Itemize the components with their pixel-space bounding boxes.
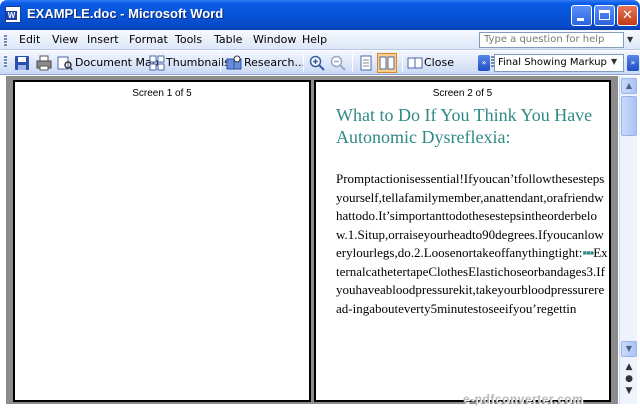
reading-layout-toolbar: Document Map Thumbnails Research... Clos… — [0, 51, 640, 75]
toolbar-separator — [402, 54, 403, 72]
markup-toolbar-options-icon[interactable]: » — [627, 55, 639, 71]
close-button[interactable]: ✕ — [617, 5, 638, 26]
thumbnails-icon[interactable] — [149, 55, 165, 71]
menu-help[interactable]: Help — [302, 33, 327, 46]
menu-window[interactable]: Window — [253, 33, 296, 46]
save-icon[interactable] — [14, 55, 30, 71]
scroll-up-icon[interactable]: ▲ — [621, 78, 637, 94]
research-icon[interactable] — [226, 55, 242, 71]
document-map-icon[interactable] — [57, 55, 73, 71]
help-search-input[interactable]: Type a question for help — [479, 32, 624, 48]
multiple-pages-icon — [379, 56, 395, 70]
minimize-button[interactable] — [571, 5, 592, 26]
display-for-review-dropdown-icon[interactable]: ▼ — [611, 57, 617, 66]
zoom-in-icon[interactable] — [309, 55, 325, 71]
toolbar-separator — [352, 54, 353, 72]
bullet-glyphs: ▪▪▪ — [582, 245, 594, 260]
page-screen-1[interactable]: Screen 1 of 5 — [13, 80, 311, 402]
minimize-icon — [577, 18, 584, 21]
page-label-left: Screen 1 of 5 — [132, 88, 192, 99]
toolbar-grip-handle[interactable] — [4, 55, 7, 67]
close-reading-button[interactable]: Close — [424, 56, 454, 69]
document-heading: What to Do If You Think You Have Autonom… — [336, 104, 606, 148]
close-reading-icon[interactable] — [407, 55, 423, 71]
heading-line-1: What to Do If You Think You Have — [336, 105, 593, 125]
scroll-thumb[interactable] — [621, 96, 637, 136]
close-icon: ✕ — [622, 8, 633, 23]
menu-table[interactable]: Table — [214, 33, 242, 46]
menu-format[interactable]: Format — [129, 33, 168, 46]
menu-insert[interactable]: Insert — [87, 33, 119, 46]
heading-line-2: Autonomic Dysreflexia: — [336, 127, 511, 147]
menu-tools[interactable]: Tools — [175, 33, 202, 46]
page-screen-2[interactable]: Screen 2 of 5 What to Do If You Think Yo… — [314, 80, 611, 402]
menu-edit[interactable]: Edit — [19, 33, 40, 46]
word-icon-letter: W — [6, 11, 17, 20]
previous-page-icon[interactable]: ▲ — [624, 362, 634, 372]
zoom-out-icon[interactable] — [330, 55, 346, 71]
reading-workspace: Screen 1 of 5 Screen 2 of 5 What to Do I… — [6, 76, 618, 404]
menu-view[interactable]: View — [52, 33, 78, 46]
title-bar: W EXAMPLE.doc - Microsoft Word ✕ — [0, 0, 640, 30]
document-body[interactable]: Promptactionisessential!Ifyoucan’tfollow… — [336, 170, 608, 370]
toolbar-separator — [303, 54, 304, 72]
word-app-icon[interactable]: W — [5, 6, 21, 23]
document-map-button[interactable]: Document Map — [75, 56, 159, 69]
menu-grip-handle[interactable] — [4, 34, 7, 46]
print-icon[interactable] — [36, 55, 52, 71]
window-title: EXAMPLE.doc - Microsoft Word — [27, 6, 224, 21]
help-dropdown-icon[interactable]: ▼ — [627, 35, 633, 44]
display-for-review-select[interactable]: Final Showing Markup — [494, 54, 624, 72]
body-text-part-1: Promptactionisessential!Ifyoucan’tfollow… — [336, 171, 605, 260]
scroll-down-icon[interactable]: ▼ — [621, 341, 637, 357]
next-page-icon[interactable]: ▼ — [624, 386, 634, 396]
maximize-icon — [599, 10, 610, 20]
toolbar-separator — [220, 54, 221, 72]
vertical-scrollbar[interactable]: ▲ ▼ ▲ ● ▼ — [619, 76, 637, 404]
toolbar-options-icon[interactable]: » — [478, 55, 490, 71]
allow-multiple-pages-button[interactable] — [377, 53, 397, 73]
maximize-button[interactable] — [594, 5, 615, 26]
research-button[interactable]: Research... — [244, 56, 305, 69]
select-browse-object-icon[interactable]: ● — [624, 374, 634, 384]
watermark: e-pdfconverter.com — [463, 392, 584, 406]
page-label-right: Screen 2 of 5 — [432, 88, 493, 99]
menu-bar: Edit View Insert Format Tools Table Wind… — [0, 30, 640, 50]
actual-page-icon[interactable] — [358, 55, 374, 71]
